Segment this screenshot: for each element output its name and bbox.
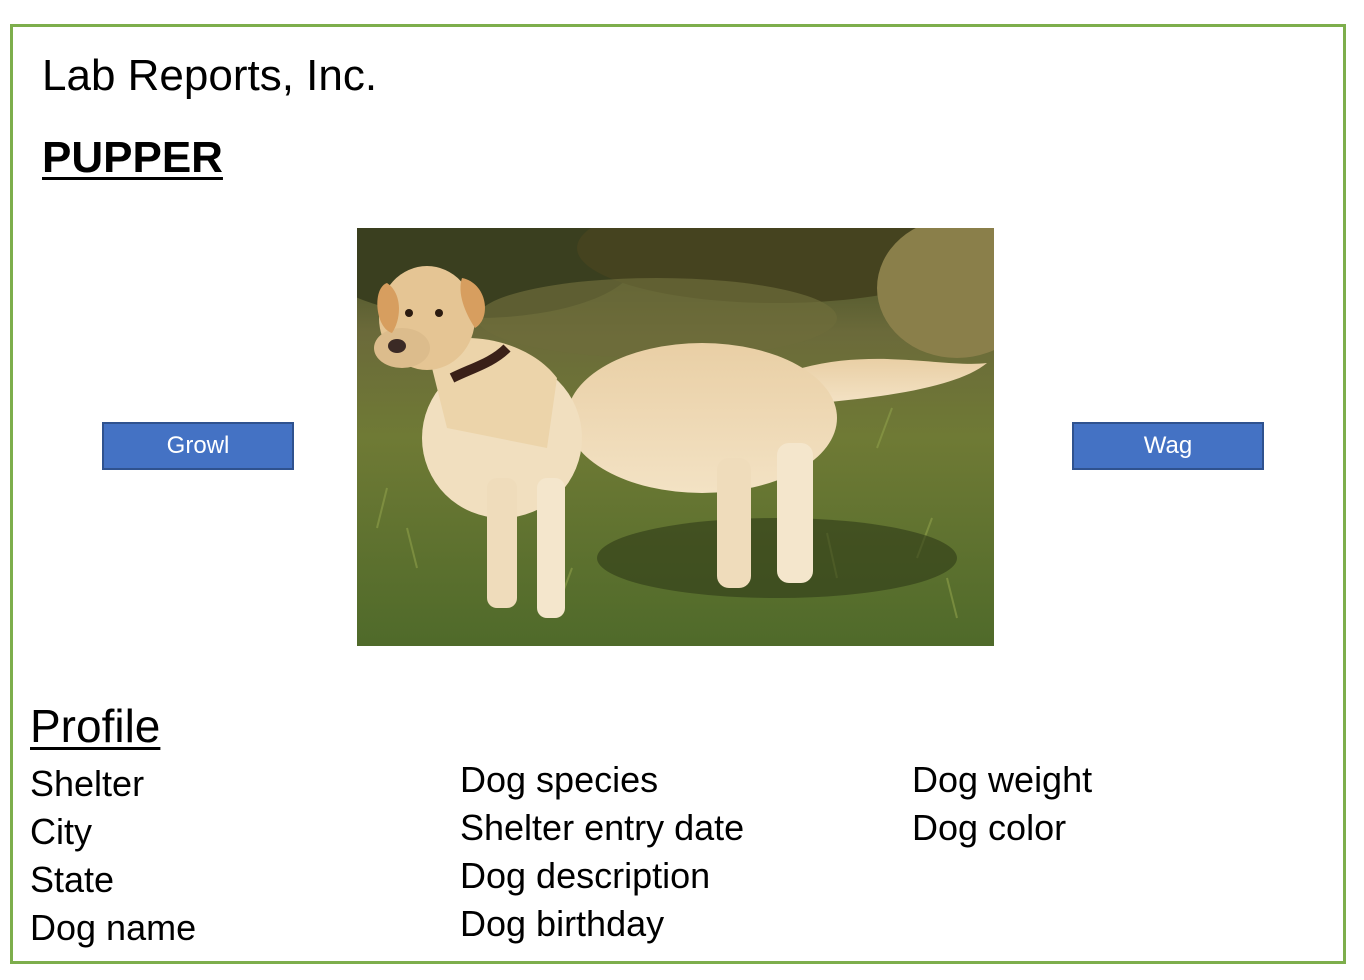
profile-field-dog-description: Dog description — [460, 855, 711, 896]
profile-column-details: Dog species Shelter entry date Dog descr… — [460, 756, 744, 948]
profile-field-dog-birthday: Dog birthday — [460, 903, 665, 944]
profile-column-location: Shelter City State Dog name — [30, 760, 196, 952]
profile-field-dog-color: Dog color — [912, 807, 1067, 848]
profile-field-dog-species: Dog species — [460, 759, 659, 800]
profile-field-city: City — [30, 811, 92, 852]
growl-button[interactable]: Growl — [102, 422, 294, 470]
company-name: Lab Reports, Inc. — [42, 51, 378, 100]
profile-field-state: State — [30, 859, 115, 900]
growl-button-label: Growl — [166, 432, 230, 459]
profile-heading: Profile — [30, 700, 161, 752]
page-title: PUPPER — [42, 133, 223, 182]
wag-button-label: Wag — [1143, 432, 1193, 459]
profile-field-dog-name: Dog name — [30, 907, 197, 948]
profile-column-physical: Dog weight Dog color — [912, 756, 1092, 852]
profile-field-shelter: Shelter — [30, 763, 145, 804]
wag-button[interactable]: Wag — [1072, 422, 1264, 470]
profile-field-dog-weight: Dog weight — [912, 759, 1093, 800]
dog-photo — [357, 228, 994, 646]
profile-field-shelter-entry-date: Shelter entry date — [460, 807, 745, 848]
